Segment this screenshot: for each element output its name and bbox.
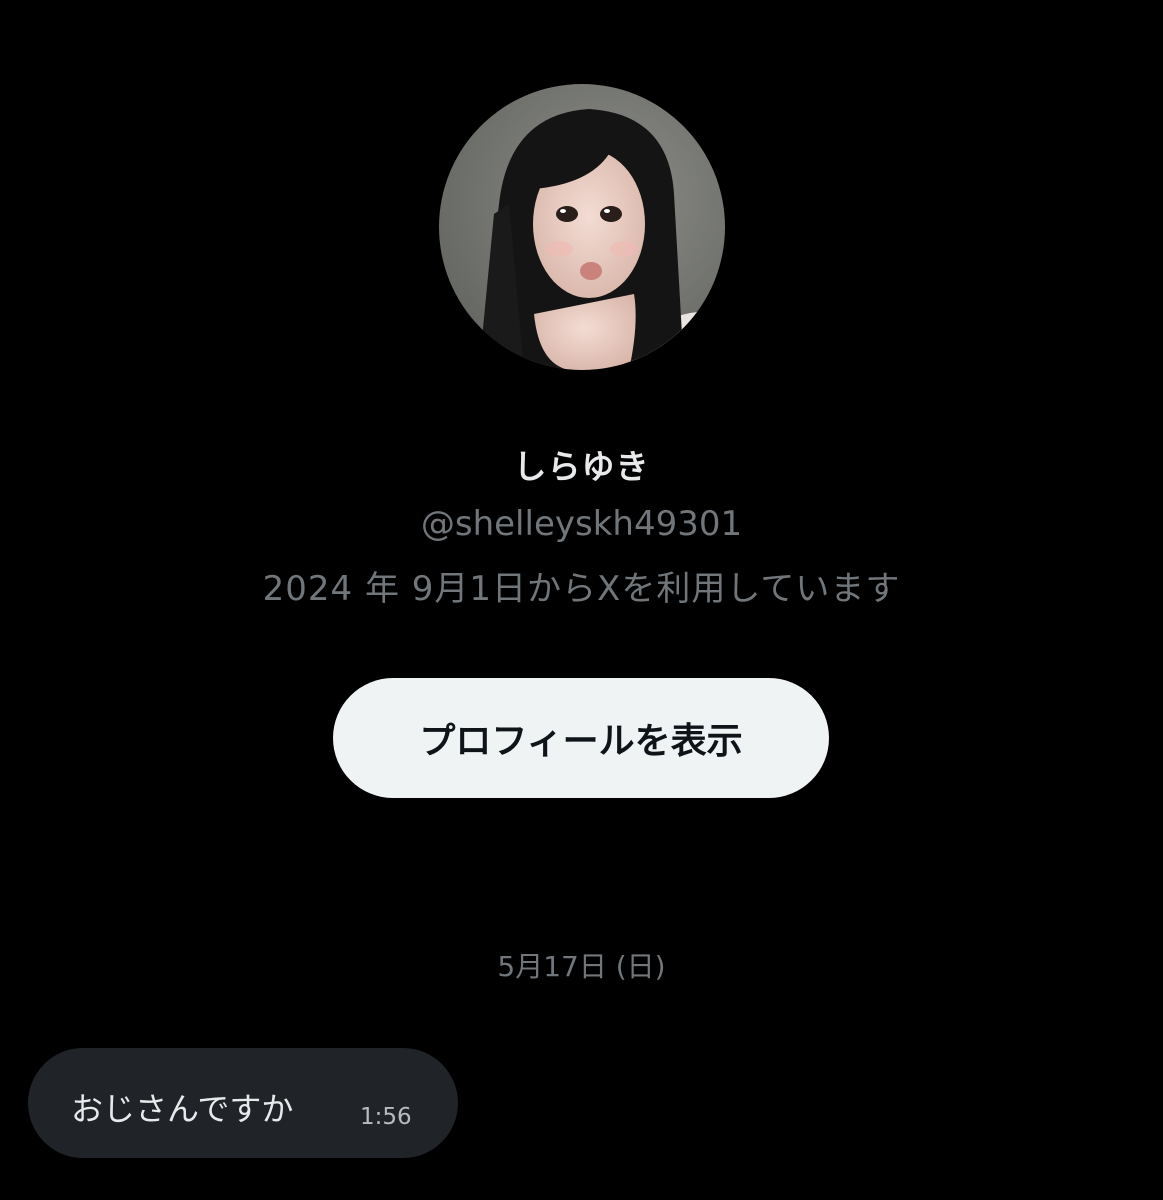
avatar-photo-icon <box>439 84 725 370</box>
display-name: しらゆき <box>513 447 650 486</box>
message-text: おじさんですか <box>71 1090 294 1128</box>
message-bubble[interactable]: おじさんですか 1:56 <box>28 1048 458 1158</box>
view-profile-button[interactable]: プロフィールを表示 <box>333 678 829 798</box>
joined-date-text: 2024 年 9月1日からXを利用しています <box>262 569 901 609</box>
user-handle: @shelleyskh49301 <box>420 504 743 544</box>
dm-conversation-screen: { "profile": { "avatar_icon": "user-avat… <box>0 0 1163 1200</box>
profile-avatar[interactable] <box>439 84 725 370</box>
date-separator: 5月17日 (日) <box>497 950 666 983</box>
message-timestamp: 1:56 <box>360 1104 412 1130</box>
